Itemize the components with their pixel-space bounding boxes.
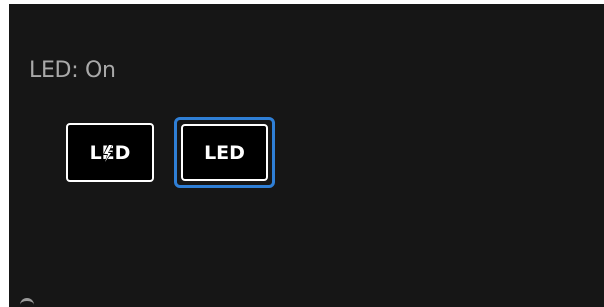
led-status-label: LED: On: [29, 58, 116, 83]
led-toggle-button[interactable]: LED: [66, 123, 154, 182]
app-panel: LED: On LED LED: [9, 4, 604, 307]
led-button[interactable]: LED: [181, 124, 268, 181]
partial-glyph: [20, 298, 34, 307]
led-button-label: LED: [204, 141, 245, 164]
lightning-bolt-icon: [102, 143, 113, 164]
led-toggle-label-wrap: LED: [90, 142, 130, 164]
